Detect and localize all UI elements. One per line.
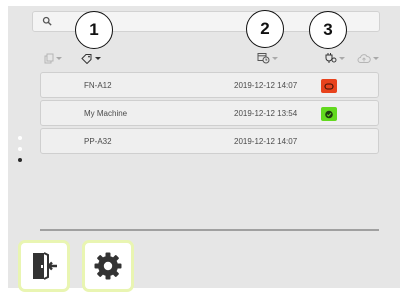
status-error-badge: [321, 79, 337, 93]
tag-icon: [81, 53, 92, 64]
logout-door-icon: [33, 252, 57, 280]
machine-row[interactable]: FN-A12 2019-12-12 14:07: [40, 72, 379, 98]
machine-row[interactable]: PP-A32 2019-12-12 14:07: [40, 128, 379, 154]
upload-button[interactable]: [357, 51, 379, 65]
page-indicator[interactable]: [18, 136, 24, 169]
search-icon: [42, 16, 52, 26]
copy-button[interactable]: [44, 51, 62, 65]
machine-date: 2019-12-12 14:07: [234, 81, 298, 90]
tag-filter-button[interactable]: [81, 51, 101, 65]
connection-icon: [325, 53, 337, 63]
status-ok-badge: [321, 107, 337, 121]
callout-badge-3: 3: [309, 11, 347, 49]
settings-button[interactable]: [82, 240, 134, 292]
machine-name: PP-A32: [84, 137, 112, 146]
date-sort-button[interactable]: [257, 51, 278, 65]
page-dot[interactable]: [18, 136, 22, 140]
divider: [40, 229, 379, 231]
callout-badge-1: 1: [75, 11, 113, 49]
page-dot[interactable]: [18, 147, 22, 151]
machine-date: 2019-12-12 13:54: [234, 109, 298, 118]
connection-filter-button[interactable]: [324, 51, 345, 65]
machine-row[interactable]: My Machine 2019-12-12 13:54: [40, 100, 379, 126]
gear-icon: [94, 252, 122, 280]
page-dot-active[interactable]: [18, 158, 22, 162]
machine-date: 2019-12-12 14:07: [234, 137, 298, 146]
calendar-clock-icon: [257, 53, 270, 64]
callout-badge-2: 2: [246, 10, 284, 48]
error-icon: [324, 82, 334, 90]
cloud-upload-icon: [357, 53, 371, 63]
copy-icon: [44, 53, 54, 63]
logout-button[interactable]: [18, 240, 70, 292]
machine-name: FN-A12: [84, 81, 112, 90]
check-icon: [325, 110, 333, 118]
machine-name: My Machine: [84, 109, 128, 118]
